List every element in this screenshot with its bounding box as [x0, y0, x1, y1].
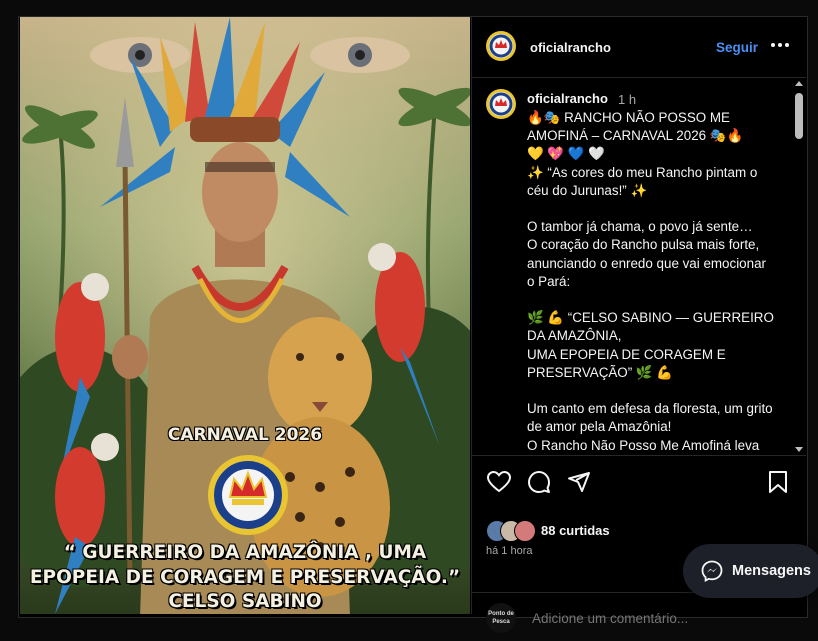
caption-time: 1 h	[618, 92, 637, 107]
author-username[interactable]: oficialrancho	[530, 40, 611, 55]
liker-avatar	[514, 520, 536, 542]
post-image[interactable]: CARNAVAL 2026 “ GUERREIRO DA AMAZÔNIA , …	[20, 17, 470, 614]
messages-button[interactable]: Mensagens	[683, 544, 818, 598]
scroll-up-arrow[interactable]	[795, 81, 803, 86]
caption-area: oficialrancho 1 h 🔥🎭 RANCHO NÃO POSSO ME…	[472, 79, 790, 454]
rancho-seal	[208, 455, 288, 535]
bookmark-icon[interactable]	[767, 470, 789, 499]
caption-avatar[interactable]	[486, 89, 516, 119]
post-time: há 1 hora	[486, 545, 533, 557]
caption-scrollbar[interactable]	[792, 79, 806, 454]
commenter-avatar: Ponto de Pesca	[486, 603, 516, 633]
caption-username[interactable]: oficialrancho	[527, 91, 608, 106]
liker-avatars[interactable]	[486, 520, 540, 542]
comment-icon[interactable]	[527, 470, 551, 499]
scroll-thumb[interactable]	[795, 93, 803, 139]
more-dots-icon[interactable]	[769, 37, 791, 53]
image-subtitle-3: CELSO SABINO	[168, 591, 322, 612]
post-side-panel: oficialrancho Seguir oficialrancho 1 h 🔥…	[471, 17, 806, 633]
image-title: CARNAVAL 2026	[167, 425, 323, 445]
follow-button[interactable]: Seguir	[716, 40, 758, 55]
likes-count[interactable]: 88 curtidas	[541, 523, 610, 538]
scroll-down-arrow[interactable]	[795, 447, 803, 452]
comment-input[interactable]	[530, 605, 724, 631]
post-artwork	[20, 17, 470, 614]
messenger-icon	[701, 560, 723, 587]
messages-label: Mensagens	[732, 563, 811, 579]
caption-text: 🔥🎭 RANCHO NÃO POSSO ME AMOFINÁ – CARNAVA…	[527, 110, 774, 453]
image-subtitle-2: EPOPEIA DE CORAGEM E PRESERVAÇÃO.”	[29, 567, 461, 588]
post-header: oficialrancho Seguir	[472, 17, 806, 78]
comment-bar: Ponto de Pesca	[472, 592, 806, 641]
author-avatar[interactable]	[486, 31, 516, 61]
heart-icon[interactable]	[486, 470, 512, 499]
share-icon[interactable]	[567, 470, 591, 499]
image-subtitle-1: “ GUERREIRO DA AMAZÔNIA , UMA	[63, 542, 427, 563]
